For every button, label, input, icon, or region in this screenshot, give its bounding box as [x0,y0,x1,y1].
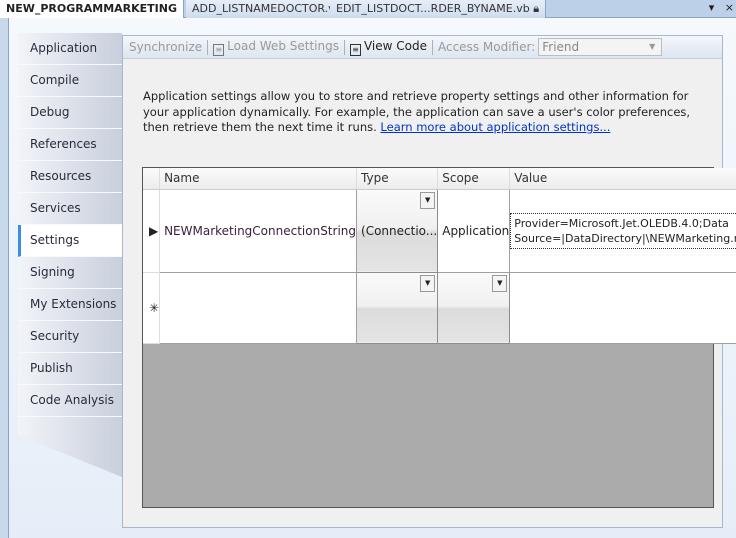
tab-edit-listdoctor[interactable]: EDIT_LISTDOCT...RDER_BYNAME.vb 🔒︎ [330,0,547,18]
tab-dropdown-icon[interactable]: ▾ [709,1,715,14]
close-icon[interactable]: × [725,1,734,14]
nav-settings[interactable]: Settings [18,225,122,257]
name-cell[interactable] [159,271,358,344]
value-text: Provider=Microsoft.Jet.OLEDB.4.0;Data So… [510,212,736,249]
settings-description: Application settings allow you to store … [143,89,703,136]
access-modifier-select[interactable]: Friend ▼ [538,38,663,56]
type-dropdown[interactable]: ▼ [356,271,439,344]
tab-controls: ▾ × [709,0,734,16]
toolbar-separator [343,39,345,55]
document-tab-strip: NEW_PROGRAMMARKETING ADD_LISTNAMEDOCTOR.… [0,0,736,18]
chevron-down-icon[interactable]: ▼ [420,191,436,209]
access-modifier-label: Access Modifier: [437,40,536,54]
chevron-down-icon[interactable]: ▼ [420,274,436,292]
type-dropdown[interactable]: (Connectio... ▼ [356,188,439,273]
nav-debug[interactable]: Debug [18,97,122,129]
value-cell[interactable] [509,271,736,344]
settings-grid: Name Type Scope Value ▶ NEWMarketingConn… [142,167,736,508]
name-cell[interactable]: NEWMarketingConnectionString [159,188,358,273]
new-row: ✳ ▼ ▼ [143,271,736,344]
toolbar-separator [431,39,433,55]
nav-services[interactable]: Services [18,193,122,225]
view-code-label: View Code [363,38,427,53]
nav-compile[interactable]: Compile [18,65,122,97]
scope-cell[interactable]: Application [437,188,511,273]
lock-icon: 🔒︎ [533,2,540,15]
chevron-down-icon[interactable]: ▼ [492,274,508,292]
settings-toolbar: Synchronize ≡ Load Web Settings ≡ View Cod… [123,36,722,59]
code-icon: ≡ [349,43,361,56]
column-header-name[interactable]: Name [159,168,358,190]
view-code-button[interactable]: ≡ View Code [349,38,427,56]
nav-my-extensions[interactable]: My Extensions [18,289,122,321]
nav-tail [18,417,122,477]
load-web-settings-label: Load Web Settings [227,38,339,53]
new-row-icon: ✳ [143,271,161,344]
learn-more-link[interactable]: Learn more about application settings... [380,120,610,134]
designer-nav: Application Compile Debug References Res… [18,33,122,477]
tab-label: EDIT_LISTDOCT...RDER_BYNAME.vb [336,2,530,15]
settings-panel: Synchronize ≡ Load Web Settings ≡ View Cod… [122,35,736,528]
synchronize-button[interactable]: Synchronize [129,40,202,54]
access-modifier-value: Friend [542,40,580,54]
value-cell[interactable]: Provider=Microsoft.Jet.OLEDB.4.0;Data So… [509,188,736,273]
chevron-down-icon: ▼ [649,42,656,51]
nav-publish[interactable]: Publish [18,353,122,385]
grid-header-row: Name Type Scope Value [143,168,736,190]
toolbar-separator [207,39,209,55]
type-value [357,301,361,315]
nav-application[interactable]: Application [18,33,122,65]
column-header-value[interactable]: Value [509,168,736,190]
tab-new-programmarketing[interactable]: NEW_PROGRAMMARKETING [0,0,184,18]
type-value: (Connectio... [361,223,438,238]
web-settings-icon: ≡ [213,43,225,56]
table-row: ▶ NEWMarketingConnectionString (Connecti… [143,188,736,273]
nav-code-analysis[interactable]: Code Analysis [18,385,122,417]
row-header-corner [143,168,161,190]
settings-table: Name Type Scope Value ▶ NEWMarketingConn… [143,168,736,344]
nav-resources[interactable]: Resources [18,161,122,193]
nav-references[interactable]: References [18,129,122,161]
current-row-icon[interactable]: ▶ [143,188,161,273]
scope-dropdown[interactable]: ▼ [437,271,511,344]
tab-label: ADD_LISTNAMEDOCTOR.vb [192,2,342,15]
column-header-scope[interactable]: Scope [437,168,511,190]
column-header-type[interactable]: Type [356,168,439,190]
nav-security[interactable]: Security [18,321,122,353]
nav-signing[interactable]: Signing [18,257,122,289]
scope-value [438,301,442,315]
load-web-settings-button[interactable]: ≡ Load Web Settings [213,39,339,56]
